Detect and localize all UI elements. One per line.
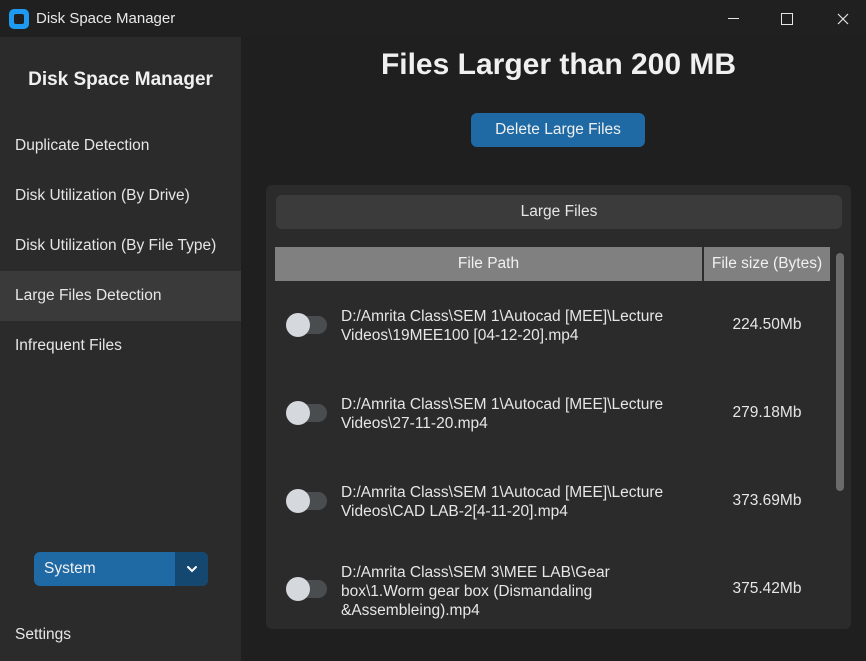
maximize-button[interactable] (764, 0, 810, 37)
close-button[interactable] (820, 0, 866, 37)
minimize-button[interactable] (710, 0, 756, 37)
large-files-panel: Large Files File Path File size (Bytes) … (266, 185, 851, 629)
maximize-icon (781, 12, 793, 25)
file-path: D:/Amrita Class\SEM 1\Autocad [MEE]\Lect… (341, 308, 664, 344)
file-path: D:/Amrita Class\SEM 3\MEE LAB\Gear box\1… (341, 564, 610, 619)
scrollbar[interactable] (836, 253, 844, 491)
column-header-file-path: File Path (275, 247, 702, 281)
sidebar-title: Disk Space Manager (28, 69, 213, 90)
window-title: Disk Space Manager (36, 10, 176, 27)
select-switch[interactable] (286, 401, 327, 425)
select-switch[interactable] (286, 313, 327, 337)
table-row: D:/Amrita Class\SEM 1\Autocad [MEE]\Lect… (275, 457, 830, 545)
page-title: Files Larger than 200 MB (380, 48, 737, 81)
file-size: 373.69Mb (732, 492, 802, 509)
sidebar-item-infrequent-files[interactable]: Infrequent Files (0, 321, 241, 371)
appearance-mode-value: System (44, 560, 96, 577)
close-icon (837, 13, 849, 24)
delete-large-files-button[interactable]: Delete Large Files (471, 113, 645, 147)
file-size: 375.42Mb (732, 580, 802, 597)
sidebar-item-disk-utilization-file-type[interactable]: Disk Utilization (By File Type) (0, 221, 241, 271)
app-icon (9, 9, 29, 29)
chevron-down-icon (186, 566, 197, 573)
minimize-icon (727, 18, 739, 19)
sidebar-item-disk-utilization-drive[interactable]: Disk Utilization (By Drive) (0, 171, 241, 221)
select-dropdown-button[interactable] (175, 552, 208, 586)
select-switch[interactable] (286, 489, 327, 513)
sidebar-item-duplicate-detection[interactable]: Duplicate Detection (0, 121, 241, 171)
settings-label: Settings (15, 626, 72, 643)
column-header-file-size: File size (Bytes) (704, 247, 830, 281)
sidebar-item-large-files-detection[interactable]: Large Files Detection (0, 271, 241, 321)
file-path: D:/Amrita Class\SEM 1\Autocad [MEE]\Lect… (341, 484, 664, 520)
table-row: D:/Amrita Class\SEM 3\MEE LAB\Gear box\1… (275, 545, 830, 629)
file-size: 279.18Mb (732, 404, 802, 421)
file-size: 224.50Mb (732, 316, 802, 333)
table-row: D:/Amrita Class\SEM 1\Autocad [MEE]\Lect… (275, 281, 830, 369)
select-switch[interactable] (286, 577, 327, 601)
sidebar: Disk Space Manager Duplicate Detection D… (0, 37, 241, 661)
panel-header: Large Files (276, 195, 842, 229)
file-path: D:/Amrita Class\SEM 1\Autocad [MEE]\Lect… (341, 396, 664, 432)
appearance-mode-select[interactable]: System (34, 552, 208, 586)
title-bar: Disk Space Manager (0, 0, 866, 37)
table-row: D:/Amrita Class\SEM 1\Autocad [MEE]\Lect… (275, 369, 830, 457)
